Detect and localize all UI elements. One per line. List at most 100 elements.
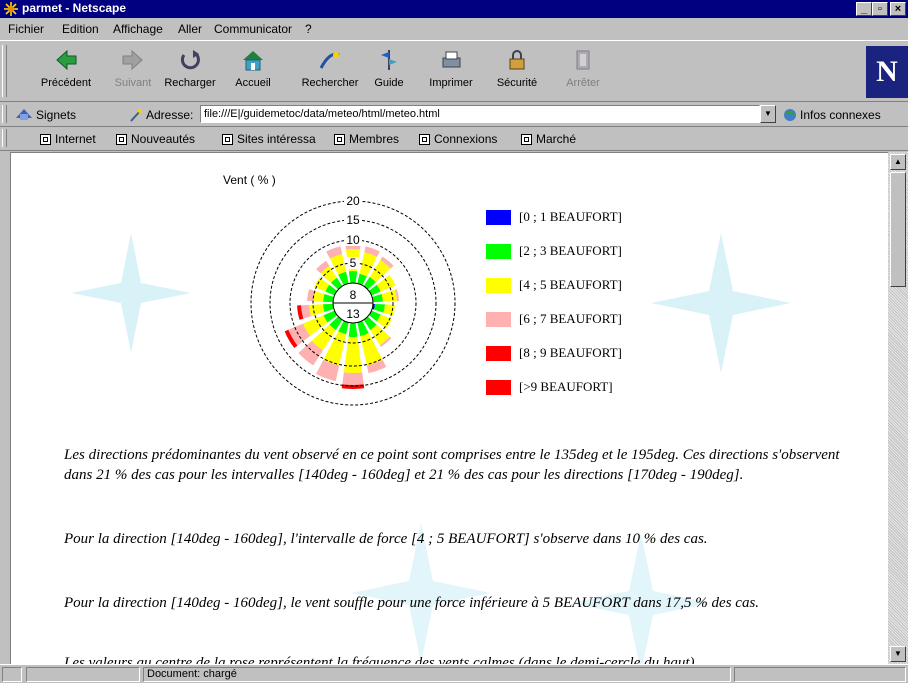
ring-label: 20 — [346, 194, 360, 208]
bookmark-page-icon — [116, 133, 127, 145]
status-text: Document: chargé — [143, 667, 731, 682]
location-bar: Signets Adresse: file:///E|/guidemetoc/d… — [0, 103, 908, 127]
legend-item: [8 ; 9 BEAUFORT] — [486, 345, 622, 361]
address-input[interactable]: file:///E|/guidemetoc/data/meteo/html/me… — [200, 105, 760, 123]
bookmark-page-icon — [419, 133, 430, 145]
lock-icon — [509, 50, 525, 70]
back-arrow-icon — [56, 49, 77, 71]
maximize-button[interactable]: ▫ — [872, 2, 888, 16]
progress-area — [26, 667, 140, 682]
wind-rose-chart: 5 10 15 20 8 13 — [250, 194, 456, 406]
legend-swatch — [486, 345, 511, 361]
personal-toolbar-grip[interactable] — [2, 129, 7, 147]
wind-sector-bar — [341, 384, 365, 389]
paragraph: Les valeurs au centre de la rose représe… — [64, 655, 695, 664]
calm-upper-value: 8 — [350, 288, 357, 302]
vertical-scrollbar[interactable]: ▲ ▼ — [888, 152, 908, 664]
legend-item: [2 ; 3 BEAUFORT] — [486, 243, 622, 259]
bookmark-internet[interactable]: Internet — [40, 132, 96, 146]
wind-sector-bar — [348, 322, 358, 337]
menu-bar: Fichier Edition Affichage Aller Communic… — [0, 19, 908, 39]
bookmark-marche[interactable]: Marché — [521, 132, 576, 146]
scroll-up-button[interactable]: ▲ — [890, 154, 906, 170]
netscape-logo[interactable]: N — [866, 46, 908, 98]
guide-button[interactable]: Guide — [354, 49, 424, 89]
menu-edition[interactable]: Edition — [62, 22, 99, 36]
scroll-thumb[interactable] — [890, 172, 906, 287]
close-button[interactable]: × — [890, 2, 906, 16]
paragraph: Pour la direction [140deg - 160deg], l'i… — [64, 531, 708, 547]
wind-sector-bar — [342, 372, 364, 385]
home-icon — [243, 51, 263, 71]
home-button[interactable]: Accueil — [218, 49, 288, 89]
menu-help[interactable]: ? — [305, 22, 312, 36]
legend-swatch — [486, 379, 511, 395]
bookmark-page-icon — [334, 133, 345, 145]
legend-item: [0 ; 1 BEAUFORT] — [486, 209, 622, 225]
wind-sector-bar — [309, 304, 325, 317]
back-button[interactable]: Précédent — [31, 49, 101, 89]
forward-arrow-icon — [122, 49, 143, 71]
menu-communicator[interactable]: Communicator — [214, 22, 292, 36]
address-label: Adresse: — [146, 108, 194, 122]
menu-aller[interactable]: Aller — [178, 22, 202, 36]
status-bar: Document: chargé — [0, 664, 908, 683]
netscape-app-icon[interactable] — [3, 1, 19, 17]
print-button[interactable]: Imprimer — [416, 49, 486, 89]
ring-label: 10 — [346, 233, 360, 247]
ring-label: 5 — [350, 256, 357, 270]
bookmark-page-icon — [222, 133, 233, 145]
reload-button[interactable]: Recharger — [155, 49, 225, 89]
security-button[interactable]: Sécurité — [482, 49, 552, 89]
bookmarks-icon[interactable] — [14, 106, 34, 122]
related-links-button[interactable]: Infos connexes — [800, 108, 881, 122]
bookmark-connexions[interactable]: Connexions — [419, 132, 497, 146]
bookmarks-button[interactable]: Signets — [36, 108, 76, 122]
related-links-icon[interactable] — [782, 107, 798, 123]
legend-item: [4 ; 5 BEAUFORT] — [486, 277, 622, 293]
address-dropdown-button[interactable]: ▼ — [760, 105, 776, 123]
guide-icon — [381, 50, 397, 70]
paragraph: Les directions prédominantes du vent obs… — [64, 447, 840, 483]
bookmark-nouveautes[interactable]: Nouveautés — [116, 132, 195, 146]
component-bar[interactable] — [734, 667, 906, 682]
compass-watermark-icon — [651, 233, 791, 373]
paragraph: Pour la direction [140deg - 160deg], le … — [64, 595, 760, 611]
security-status-icon[interactable] — [2, 667, 22, 682]
wind-sector-bar — [373, 303, 385, 313]
menu-fichier[interactable]: Fichier — [8, 22, 44, 36]
wind-sector-bar — [348, 271, 358, 284]
printer-icon — [442, 51, 461, 68]
legend-swatch — [486, 209, 511, 225]
stop-button[interactable]: Arrêter — [548, 49, 618, 89]
wind-sector-bar — [323, 303, 334, 313]
wind-sector-bar — [372, 293, 383, 303]
window-title: parmet - Netscape — [22, 1, 127, 15]
compass-watermark-icon — [71, 233, 191, 353]
scroll-down-button[interactable]: ▼ — [890, 646, 906, 662]
page-content: Vent ( % ) 5 10 15 20 8 13 [0 ; 1 BEAUFORT] [… — [10, 152, 888, 664]
bookmark-page-icon — [521, 133, 532, 145]
navigation-toolbar: Précédent Suivant Recharger Accueil Rech… — [0, 40, 908, 102]
legend-item: [>9 BEAUFORT] — [486, 379, 613, 395]
wind-sector-bar — [381, 289, 397, 302]
legend-swatch — [486, 311, 511, 327]
legend-swatch — [486, 277, 511, 293]
legend-swatch — [486, 243, 511, 259]
calm-lower-value: 13 — [346, 307, 360, 321]
ring-label: 15 — [346, 213, 360, 227]
wind-sector-bar — [323, 293, 334, 303]
title-bar: parmet - Netscape _ ▫ × — [0, 0, 908, 18]
bookmark-membres[interactable]: Membres — [334, 132, 399, 146]
menu-affichage[interactable]: Affichage — [113, 22, 163, 36]
page-proxy-icon[interactable] — [128, 107, 144, 123]
search-icon — [319, 52, 340, 69]
legend-item: [6 ; 7 BEAUFORT] — [486, 311, 622, 327]
toolbar-grip[interactable] — [2, 45, 7, 97]
minimize-button[interactable]: _ — [856, 2, 872, 16]
personal-toolbar: Internet Nouveautés Sites intéressa Memb… — [0, 127, 908, 151]
bookmark-page-icon — [40, 133, 51, 145]
reload-icon — [180, 50, 200, 70]
bookmark-sites-interessants[interactable]: Sites intéressa — [222, 132, 316, 146]
location-grip[interactable] — [2, 105, 7, 123]
